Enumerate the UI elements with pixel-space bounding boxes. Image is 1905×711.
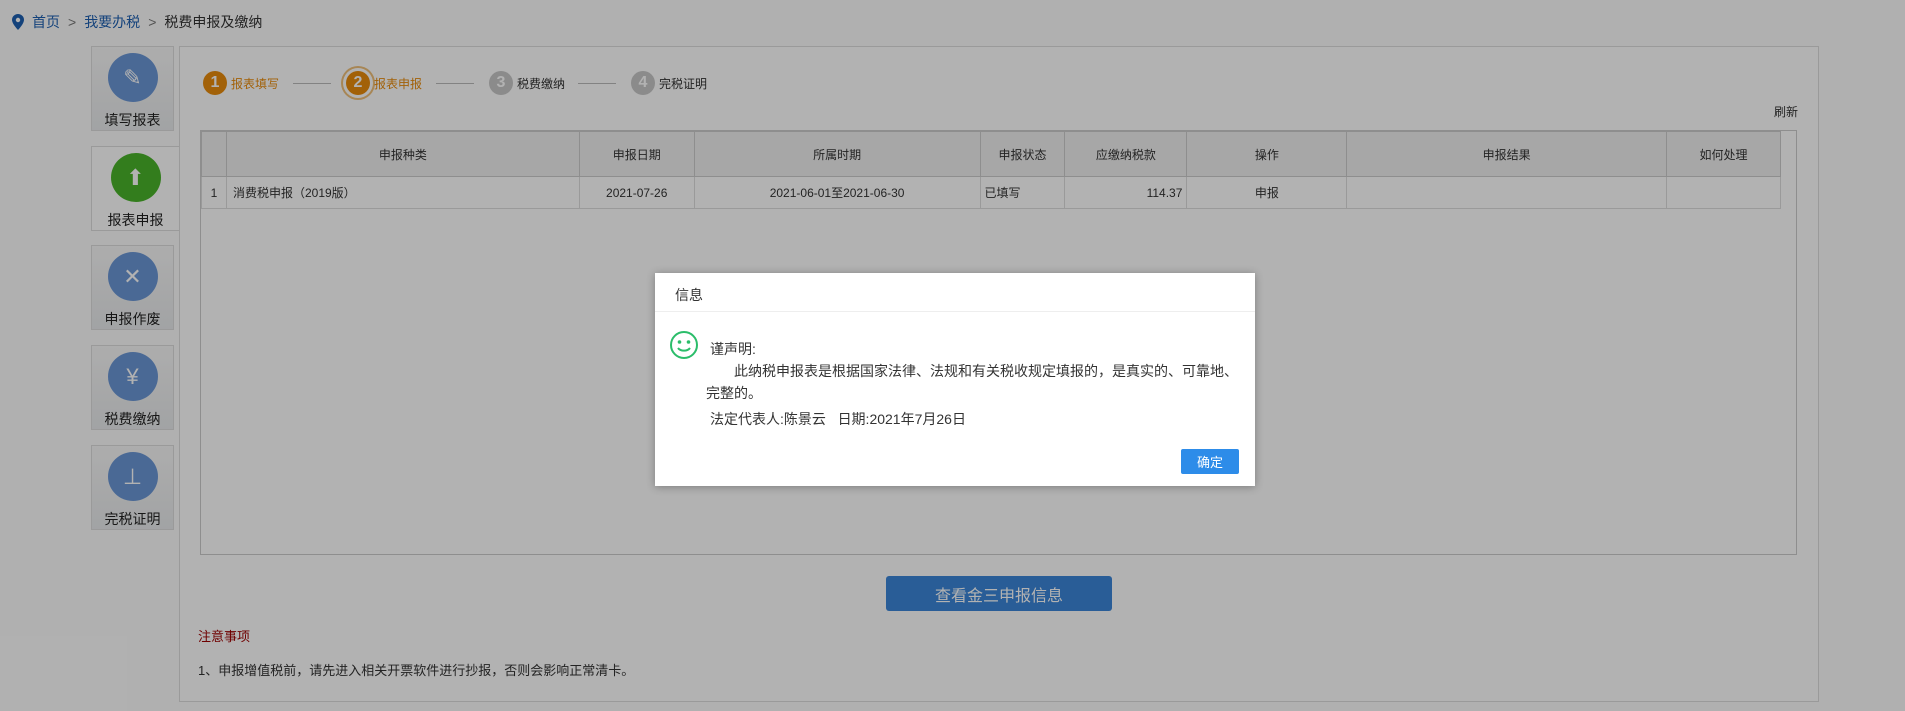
confirm-button[interactable]: 确定 [1181, 449, 1239, 474]
smiley-icon [670, 331, 698, 359]
dialog-date: 日期:2021年7月26日 [837, 411, 966, 427]
dialog-title: 信息 [655, 273, 1255, 312]
dialog-signature: 法定代表人:陈景云 [710, 411, 826, 427]
dialog-body: 此纳税申报表是根据国家法律、法规和有关税收规定填报的，是真实的、可靠地、完整的。 [706, 363, 1238, 401]
info-dialog: 信息 谨声明: 此纳税申报表是根据国家法律、法规和有关税收规定填报的，是真实的、… [655, 273, 1255, 486]
dialog-heading: 谨声明: [710, 341, 756, 357]
